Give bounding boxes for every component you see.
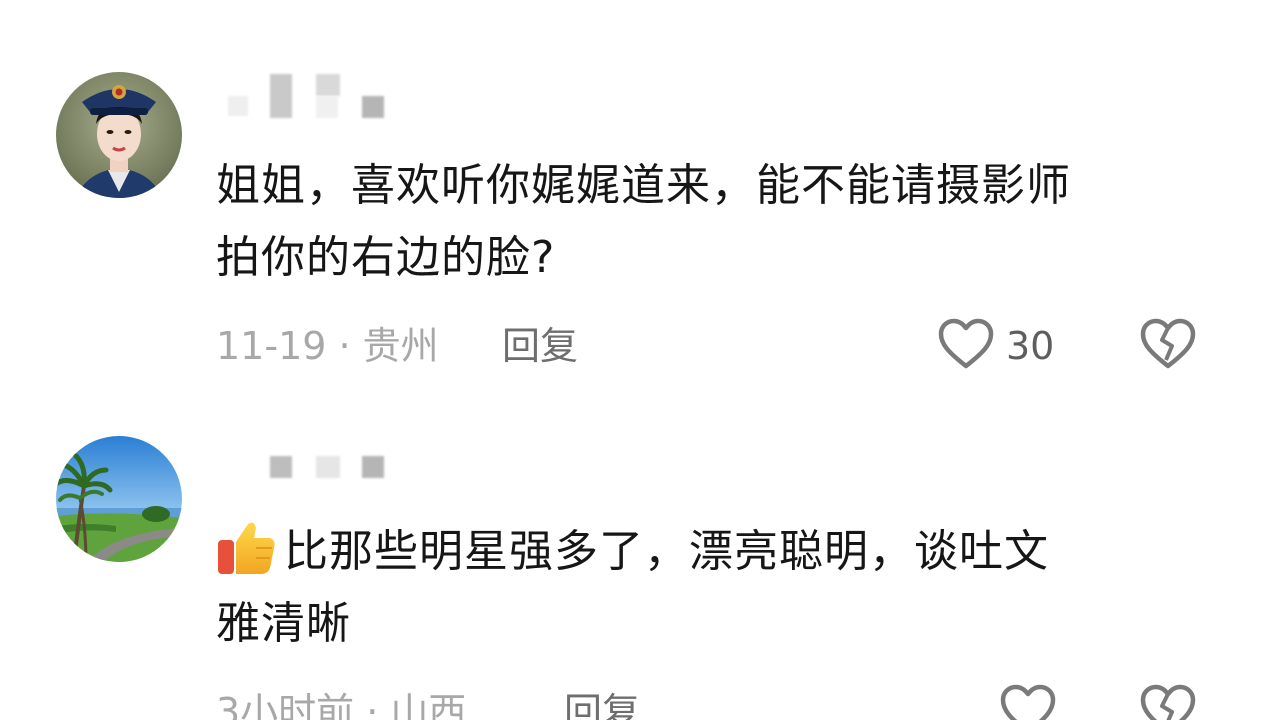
previous-comment-actions <box>0 0 1264 4</box>
comment-text-line: 比那些明星强多了，漂亮聪明，谈吐文 <box>216 516 1216 588</box>
comment-text-line: 姐姐，喜欢听你娓娓道来，能不能请摄影师 <box>216 160 1071 211</box>
user-avatar[interactable] <box>56 436 182 562</box>
officer-portrait-avatar-icon <box>56 72 182 198</box>
thumbs-up-icon <box>218 522 275 574</box>
username-blurred[interactable] <box>218 456 388 496</box>
heart-icon[interactable] <box>938 318 994 370</box>
comment-meta: 3小时前 · 山西 <box>216 690 467 720</box>
palm-beach-avatar-icon <box>56 436 182 562</box>
reply-button[interactable]: 回复 <box>502 324 578 368</box>
user-avatar[interactable] <box>56 72 182 198</box>
heart-icon[interactable] <box>1000 684 1056 720</box>
comment-meta: 11-19 · 贵州 <box>216 324 439 368</box>
comment-text: 比那些明星强多了，漂亮聪明，谈吐文 雅清晰 <box>216 516 1216 660</box>
comment-text: 姐姐，喜欢听你娓娓道来，能不能请摄影师 拍你的右边的脸? <box>216 150 1216 294</box>
username-blurred[interactable] <box>218 74 388 118</box>
comment-text-line: 雅清晰 <box>216 598 351 649</box>
reply-button[interactable]: 回复 <box>564 690 640 720</box>
broken-heart-icon[interactable] <box>1140 318 1196 370</box>
comment-text-line: 拍你的右边的脸? <box>216 232 556 283</box>
comment-text-line-content: 比那些明星强多了，漂亮聪明，谈吐文 <box>284 526 1049 577</box>
like-count: 30 <box>1006 324 1055 368</box>
broken-heart-icon[interactable] <box>1140 684 1196 720</box>
